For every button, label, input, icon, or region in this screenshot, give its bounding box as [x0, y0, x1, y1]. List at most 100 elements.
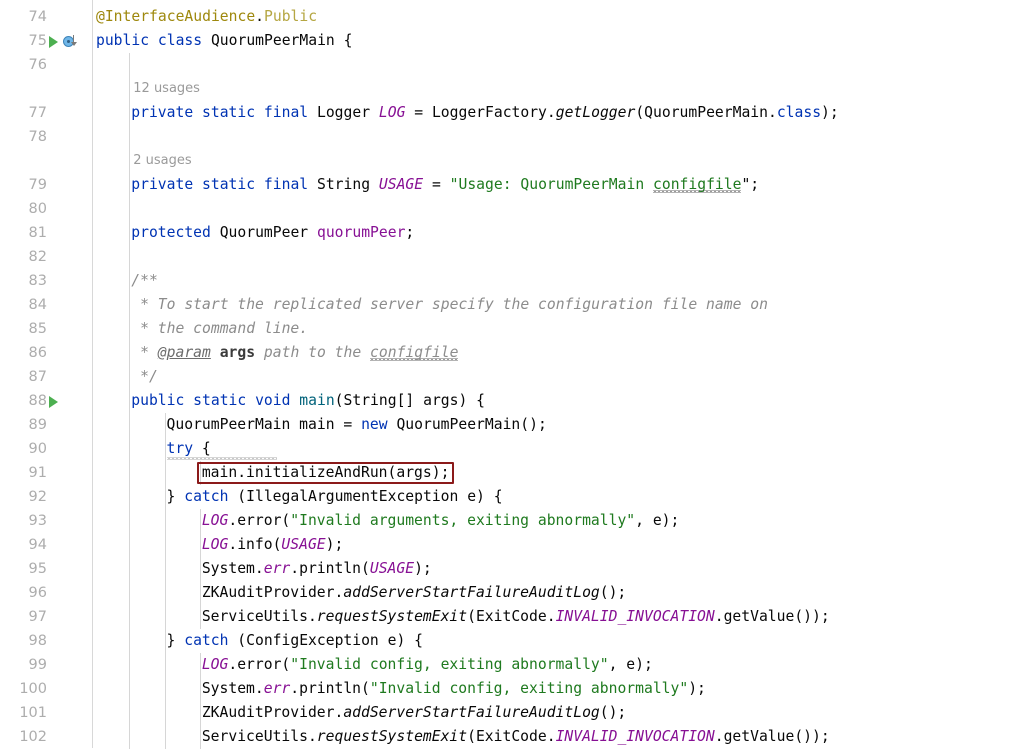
code-token: USAGE [281, 536, 326, 553]
code-token: System. [201, 680, 264, 697]
code-token: quorumPeer [316, 224, 406, 241]
usages-inlay-hint[interactable]: 12 usages [133, 77, 200, 101]
usages-inlay-hint[interactable]: 2 usages [133, 149, 191, 173]
code-line[interactable]: main.initializeAndRun(args); [202, 461, 450, 485]
line-number: 86 [28, 345, 47, 361]
spellcheck-typo: configfile [370, 344, 459, 361]
line-number: 76 [28, 57, 47, 73]
code-token: QuorumPeer [210, 224, 317, 241]
code-token: "Invalid config, exiting abnormally" [369, 680, 689, 697]
code-line[interactable]: QuorumPeerMain main = new QuorumPeerMain… [167, 413, 547, 437]
code-line[interactable]: * To start the replicated server specify… [131, 293, 768, 317]
code-token: = [423, 176, 450, 193]
run-icon[interactable] [49, 35, 58, 48]
line-number: 97 [28, 609, 47, 625]
line-number: 82 [28, 249, 47, 265]
code-line[interactable]: ServiceUtils.requestSystemExit(ExitCode.… [202, 605, 830, 629]
code-line[interactable]: public static void main(String[] args) { [131, 389, 485, 413]
code-token: * [131, 344, 158, 361]
code-line[interactable]: protected QuorumPeer quorumPeer; [131, 221, 414, 245]
code-token: try [166, 440, 194, 457]
code-token: private [131, 104, 194, 121]
code-token: QuorumPeerMain main = [166, 416, 362, 433]
indent-guide [129, 53, 131, 749]
code-token: Public [264, 8, 318, 25]
code-token: requestSystemExit [316, 608, 468, 625]
javadoc-param-tag: @param [157, 344, 211, 361]
code-token: "Usage: QuorumPeerMain [449, 176, 654, 193]
code-token: final [263, 176, 309, 193]
code-token: path to the [255, 344, 371, 361]
line-number: 77 [28, 105, 47, 121]
code-line[interactable]: System.err.println("Invalid config, exit… [202, 677, 706, 701]
code-token: ); [325, 536, 344, 553]
line-number: 100 [19, 681, 47, 697]
code-token: QuorumPeerMain { [202, 32, 353, 49]
code-token: /** [131, 272, 158, 289]
code-line[interactable]: System.err.println(USAGE); [202, 557, 432, 581]
javadoc-param-name: args [219, 344, 256, 361]
code-token: ; [405, 224, 415, 241]
line-number: 79 [28, 177, 47, 193]
line-number: 88 [28, 393, 47, 409]
code-line[interactable]: /** [131, 269, 158, 293]
code-line[interactable]: * the command line. [131, 317, 308, 341]
line-number: 78 [28, 129, 47, 145]
run-icon[interactable] [49, 395, 58, 408]
code-token: static [202, 176, 256, 193]
code-token: * the command line. [131, 320, 309, 337]
gutter-markers-row[interactable] [49, 29, 81, 53]
editor-gutter[interactable]: 74 75 76 77 78 79 80 81 82 83 84 85 86 87 88 89 90 91 92 93… [0, 0, 93, 748]
implemented-by-icon[interactable] [63, 34, 81, 49]
code-token: .info( [228, 536, 282, 553]
code-token: Logger [308, 104, 379, 121]
line-number: 84 [28, 297, 47, 313]
code-line[interactable]: LOG.error("Invalid arguments, exiting ab… [202, 509, 680, 533]
code-token: err [263, 560, 291, 577]
code-token: . [255, 8, 265, 25]
code-token: catch [184, 632, 229, 649]
code-content-area[interactable]: @InterfaceAudience.Public public class Qu… [94, 0, 1009, 749]
code-editor[interactable]: 74 75 76 77 78 79 80 81 82 83 84 85 86 87 88 89 90 91 92 93… [0, 0, 1009, 749]
code-line[interactable]: ZKAuditProvider.addServerStartFailureAud… [202, 701, 626, 725]
code-token: (ExitCode. [467, 608, 556, 625]
code-line[interactable]: } catch (IllegalArgumentException e) { [167, 485, 503, 509]
code-token: .getValue()); [714, 608, 830, 625]
code-line[interactable]: private static final Logger LOG = Logger… [131, 101, 838, 125]
code-line[interactable]: ServiceUtils.requestSystemExit(ExitCode.… [202, 725, 830, 749]
code-token: .getValue()); [714, 728, 830, 745]
code-line[interactable]: * @param args path to the configfile [131, 341, 459, 365]
line-number: 75 [28, 33, 47, 49]
code-line[interactable]: ZKAuditProvider.addServerStartFailureAud… [202, 581, 626, 605]
code-line[interactable]: */ [131, 365, 158, 389]
indent-guide [199, 509, 201, 629]
code-token: class [157, 32, 203, 49]
code-token: (String[] args) { [334, 392, 485, 409]
code-token: new [361, 416, 388, 433]
gutter-markers-row[interactable] [49, 389, 63, 413]
indent-guide [199, 653, 201, 749]
code-token: err [263, 680, 291, 697]
code-line[interactable]: } catch (ConfigException e) { [167, 629, 423, 653]
code-token: INVALID_INVOCATION [555, 608, 715, 625]
code-token: private [131, 176, 194, 193]
code-line[interactable]: LOG.info(USAGE); [202, 533, 344, 557]
code-token: "Invalid arguments, exiting abnormally" [290, 512, 636, 529]
code-token: .error( [228, 656, 291, 673]
code-token: , e); [608, 656, 653, 673]
code-token: (QuorumPeerMain. [635, 104, 777, 121]
code-token: main [299, 392, 335, 409]
code-token: , e); [635, 512, 680, 529]
code-line[interactable]: @InterfaceAudience.Public [96, 5, 317, 29]
code-line[interactable]: public class QuorumPeerMain { [96, 29, 352, 53]
code-line[interactable]: private static final String USAGE = "Usa… [131, 173, 759, 197]
code-token: .println( [290, 560, 370, 577]
code-token: .println( [290, 680, 370, 697]
code-line[interactable]: LOG.error("Invalid config, exiting abnor… [202, 653, 653, 677]
code-token: .error( [228, 512, 291, 529]
